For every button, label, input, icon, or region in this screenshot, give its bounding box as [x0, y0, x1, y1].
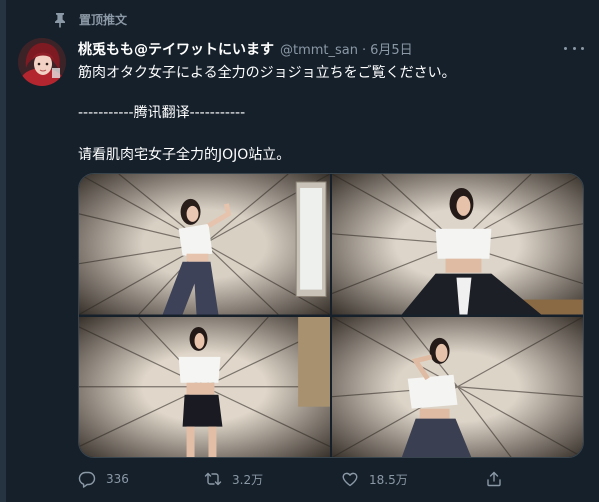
- retweet-icon: [204, 470, 222, 488]
- retweet-button[interactable]: 3.2万: [204, 470, 341, 488]
- pinned-indicator: 置顶推文: [53, 11, 127, 28]
- media-photo-1[interactable]: [79, 174, 330, 315]
- timeline-divider: [0, 0, 6, 502]
- user-handle[interactable]: @tmmt_san: [280, 43, 358, 58]
- reply-button[interactable]: 336: [78, 470, 204, 488]
- retweet-count: 3.2万: [232, 472, 264, 487]
- share-button[interactable]: [485, 470, 503, 488]
- tweet-date[interactable]: 6月5日: [370, 39, 413, 58]
- action-bar: 336 3.2万 18.5万: [78, 470, 503, 488]
- avatar[interactable]: [18, 38, 66, 86]
- reply-icon: [78, 470, 96, 488]
- tweet-header: 桃兎もも@テイワットにいます @tmmt_san · 6月5日: [78, 39, 413, 59]
- like-button[interactable]: 18.5万: [341, 470, 485, 488]
- tweet-card[interactable]: 置顶推文 桃兎もも@テイワットにいます @tmmt_san · 6月5日 筋肉オ…: [0, 0, 599, 502]
- media-photo-2[interactable]: [332, 174, 583, 315]
- like-count: 18.5万: [369, 472, 408, 487]
- media-photo-3[interactable]: [79, 316, 330, 457]
- media-grid: [78, 173, 584, 458]
- pinned-label: 置顶推文: [79, 13, 128, 27]
- share-icon: [485, 470, 503, 488]
- pin-icon: [53, 12, 67, 28]
- display-name[interactable]: 桃兎もも@テイワットにいます: [78, 39, 274, 59]
- more-icon[interactable]: [564, 40, 584, 56]
- heart-icon: [341, 470, 359, 488]
- tweet-text-line: -----------腾讯翻译-----------: [78, 105, 246, 121]
- separator-dot: ·: [362, 43, 367, 58]
- tweet-text-line: 筋肉オタク女子による全力のジョジョ立ちをご覧ください。: [78, 65, 456, 81]
- tweet-text-line: 请看肌肉宅女子全力的JOJO站立。: [78, 147, 291, 163]
- reply-count: 336: [106, 472, 129, 486]
- media-photo-4[interactable]: [332, 316, 583, 457]
